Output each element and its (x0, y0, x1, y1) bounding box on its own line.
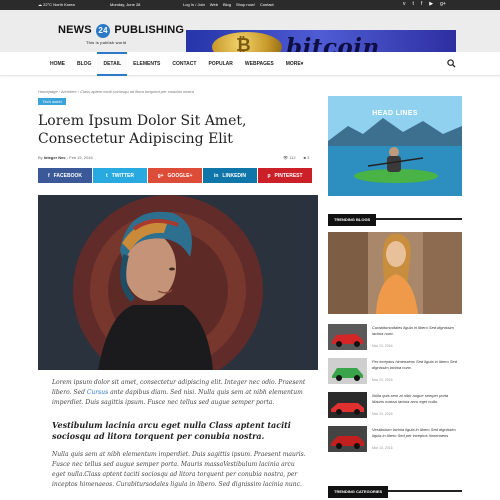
article-hero-image (38, 195, 318, 370)
trending-date: Mar 10, 2016 (372, 446, 393, 450)
share-linkedin-button[interactable]: in LINKEDIN (203, 168, 257, 183)
list-item[interactable]: Vestibulum lacinia ligula in libero Sed … (328, 426, 462, 454)
sidebar-ad-headlines[interactable]: HEAD LINES (328, 96, 462, 196)
top-links: Log In / Join Web Blog Shop now! Contact (183, 2, 274, 7)
nav-contact[interactable]: CONTACT (166, 52, 202, 76)
shop-link[interactable]: Shop now! (236, 2, 255, 7)
blog-link[interactable]: Blog (223, 2, 231, 7)
trending-title[interactable]: Curabitursodales ligula in libero Sed di… (372, 325, 460, 337)
site-logo[interactable]: NEWS 24 PUBLISHING This is publish world (58, 24, 185, 45)
car-thumbnail (328, 392, 367, 418)
weather-location: ☁ 22°C North Korea (38, 2, 75, 7)
cursus-link[interactable]: Cursus (87, 389, 108, 396)
ad-headline-text: HEAD LINES (372, 110, 418, 117)
car-thumbnail (328, 358, 367, 384)
nav-detail[interactable]: DETAIL (97, 52, 128, 76)
logo-number-badge: 24 (96, 24, 111, 38)
view-count: 112 (289, 155, 296, 160)
comment-count: 3 (307, 155, 310, 160)
comment-icon: ■ (303, 155, 307, 160)
nav-elements[interactable]: ELEMENTS (127, 52, 166, 76)
car-thumbnail (328, 426, 367, 452)
woman-portrait-image (328, 232, 462, 314)
list-item[interactable]: Curabitursodales ligula in libero Sed di… (328, 324, 462, 352)
breadcrumb[interactable]: Homepage › Architect › Class aptent taci… (38, 89, 194, 94)
nav-webpages[interactable]: WEBPAGES (239, 52, 280, 76)
article-date: - Feb 19, 2016 (66, 155, 93, 160)
share-google-plus-button[interactable]: g+ GOOGLE+ (148, 168, 202, 183)
login-link[interactable]: Log In / Join (183, 2, 205, 7)
category-tag[interactable]: Tech world (38, 98, 66, 105)
cloud-icon: ☁ (38, 2, 42, 7)
linkedin-icon: in (213, 172, 219, 179)
logo-tagline: This is publish world (86, 40, 127, 45)
trending-categories-title: TRENDING CATEGORIES (328, 480, 462, 498)
nav-more[interactable]: MORE▾ (280, 52, 310, 76)
twitter-icon[interactable]: t (413, 1, 414, 7)
google-plus-icon[interactable]: g+ (440, 1, 446, 7)
article-counts: 👁 112 ■ 3 (283, 155, 309, 160)
article-paragraph-2: Nulla quis sem at nibh elementum imperdi… (52, 451, 306, 488)
web-link[interactable]: Web (210, 2, 218, 7)
article-paragraph-1: Lorem ipsum dolor sit amet, consectetur … (52, 379, 306, 406)
twitter-icon: t (106, 172, 108, 179)
article-lead: Vestibulum lacinia arcu eget nulla Class… (52, 420, 291, 441)
pinterest-icon: p (267, 172, 271, 179)
trending-title[interactable]: Nulla quis sem at nibh augue semper port… (372, 393, 460, 405)
vimeo-icon[interactable]: v (403, 1, 406, 7)
top-bar: ☁ 22°C North Korea Monday, June 28 Log I… (0, 0, 500, 10)
contact-link[interactable]: Contact (260, 2, 274, 7)
article-meta: By Integer Nec - Feb 19, 2016 (38, 155, 93, 160)
author-name[interactable]: Integer Nec (44, 155, 66, 160)
nav-popular[interactable]: POPULAR (202, 52, 238, 76)
facebook-icon[interactable]: f (421, 1, 422, 7)
share-facebook-button[interactable]: f FACEBOOK (38, 168, 92, 183)
top-date: Monday, June 28 (110, 2, 141, 7)
share-twitter-button[interactable]: t TWITTER (93, 168, 147, 183)
google-plus-icon: g+ (157, 172, 164, 179)
trending-date: Mar 10, 2016 (372, 412, 393, 416)
search-icon[interactable] (447, 59, 456, 68)
trending-title[interactable]: Vestibulum lacinia ligula in libero Sed … (372, 427, 460, 439)
list-item[interactable]: Nulla quis sem at nibh augue semper port… (328, 392, 462, 420)
car-thumbnail (328, 324, 367, 350)
logo-left: NEWS (58, 24, 92, 36)
main-nav: HOME BLOG DETAIL ELEMENTS CONTACT POPULA… (0, 52, 500, 76)
share-pinterest-button[interactable]: p PINTEREST (258, 168, 312, 183)
trending-title[interactable]: Per inceptos himenaeos Sed ligula in lib… (372, 359, 460, 371)
trending-date: Mar 10, 2016 (372, 344, 393, 348)
location-text: 22°C North Korea (43, 2, 75, 7)
logo-right: PUBLISHING (114, 24, 185, 36)
facebook-icon: f (47, 172, 50, 179)
trending-date: Mar 10, 2016 (372, 378, 393, 382)
nav-blog[interactable]: BLOG (71, 52, 97, 76)
nav-home[interactable]: HOME (44, 52, 71, 76)
eye-icon: 👁 (283, 155, 289, 160)
list-item[interactable]: Per inceptos himenaeos Sed ligula in lib… (328, 358, 462, 386)
share-buttons: f FACEBOOK t TWITTER g+ GOOGLE+ in LINKEDIN … (38, 168, 312, 183)
social-links: v t f ▶ g+ (403, 1, 446, 7)
trending-blogs-title: TRENDING BLOGS (328, 208, 462, 226)
youtube-icon[interactable]: ▶ (429, 1, 433, 7)
trending-feature-image[interactable] (328, 232, 462, 314)
article-title: Lorem Ipsum Dolor Sit Amet, Consectetur … (38, 113, 247, 147)
